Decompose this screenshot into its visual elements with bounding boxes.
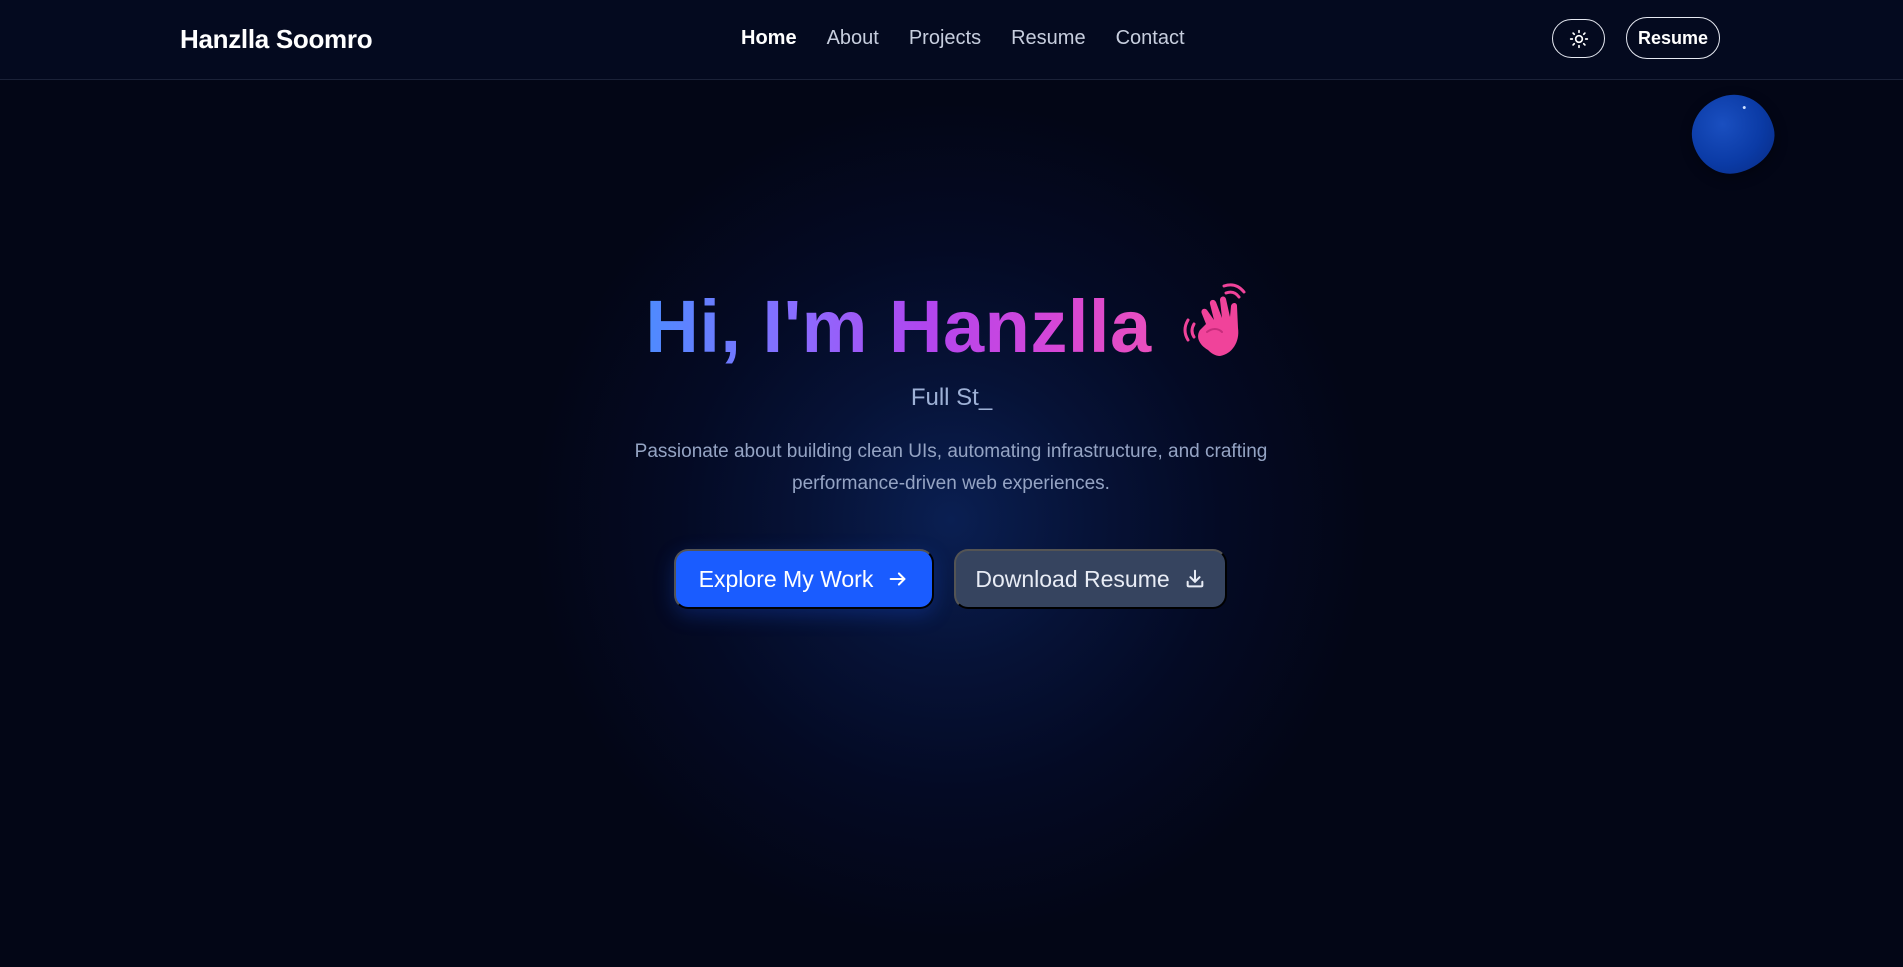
download-icon [1186, 569, 1203, 588]
explore-work-label: Explore My Work [698, 565, 874, 592]
page: Hanzlla Soomro Home About Projects Resum… [0, 0, 1903, 967]
hero-title-text: Hi, I'm Hanzlla [645, 285, 1152, 368]
nav-links: Home About Projects Resume Contact [741, 27, 1185, 50]
waving-hand-icon [1183, 283, 1246, 356]
resume-button[interactable]: Resume [1626, 17, 1720, 59]
decorative-blob [1684, 87, 1782, 181]
nav-link-resume[interactable]: Resume [1011, 27, 1085, 50]
nav-link-home[interactable]: Home [741, 27, 797, 50]
nav-link-contact[interactable]: Contact [1116, 27, 1185, 50]
theme-toggle-button[interactable] [1552, 19, 1605, 58]
hero-description: Passionate about building clean UIs, aut… [634, 441, 1268, 494]
nav-link-projects[interactable]: Projects [909, 27, 981, 50]
sun-icon [1569, 29, 1588, 48]
download-resume-label: Download Resume [975, 565, 1170, 592]
hero-subtitle-typing: Full St_ [910, 384, 993, 411]
nav-link-about[interactable]: About [827, 27, 879, 50]
download-resume-button[interactable]: Download Resume [954, 549, 1227, 609]
blob-highlight [1742, 105, 1747, 110]
brand-logo[interactable]: Hanzlla Soomro [180, 24, 373, 55]
hero-title: Hi, I'm Hanzlla [0, 280, 1903, 369]
explore-work-button[interactable]: Explore My Work [674, 549, 934, 609]
navbar: Hanzlla Soomro Home About Projects Resum… [0, 0, 1903, 80]
arrow-right-icon [889, 572, 906, 586]
